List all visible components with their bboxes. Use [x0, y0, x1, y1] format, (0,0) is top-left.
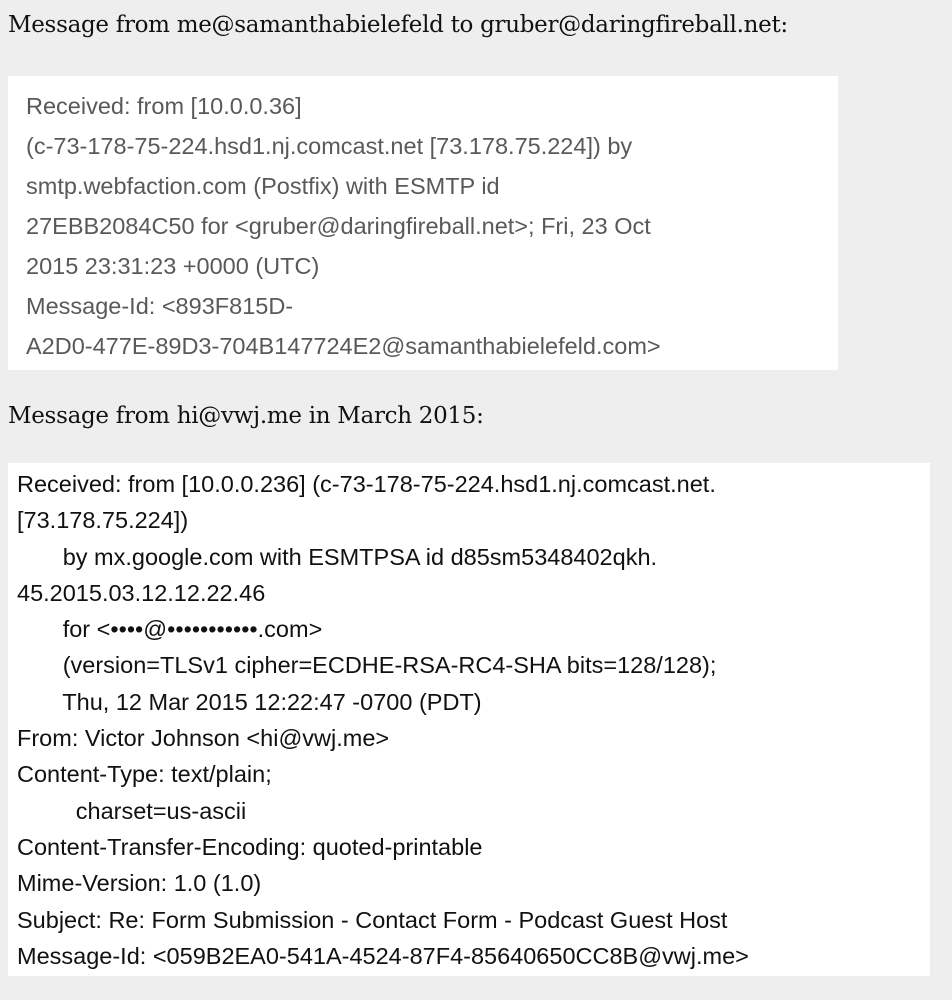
header-line: Content-Transfer-Encoding: quoted-printa…	[17, 833, 483, 860]
header-line: 45.2015.03.12.12.22.46	[17, 579, 266, 606]
header-line: From: Victor Johnson <hi@vwj.me>	[17, 725, 390, 752]
header-line: Received: from [10.0.0.236] (c-73-178-75…	[17, 471, 716, 497]
header-line: Mime-Version: 1.0 (1.0)	[17, 870, 262, 897]
header-line: Received: from [10.0.0.36]	[26, 93, 302, 119]
header-line: Thu, 12 Mar 2015 12:22:47 -0700 (PDT)	[17, 688, 482, 715]
header-line: (version=TLSv1 cipher=ECDHE-RSA-RC4-SHA …	[17, 652, 717, 679]
header-line: [73.178.75.224])	[17, 507, 189, 534]
header-line: 27EBB2084C50 for <gruber@daringfireball.…	[26, 213, 651, 239]
message-2-headers-block: Received: from [10.0.0.236] (c-73-178-75…	[8, 463, 930, 976]
message-1-heading: Message from me@samanthabielefeld to gru…	[8, 12, 788, 38]
header-line: A2D0-477E-89D3-704B147724E2@samanthabiel…	[26, 333, 661, 359]
message-2-heading: Message from hi@vwj.me in March 2015:	[8, 403, 484, 429]
header-line: charset=us-ascii	[17, 797, 247, 824]
header-line: for <••••@•••••••••••.com>	[17, 616, 323, 643]
header-line: Content-Type: text/plain;	[17, 761, 272, 788]
header-line: smtp.webfaction.com (Postfix) with ESMTP…	[26, 173, 500, 199]
header-line: by mx.google.com with ESMTPSA id d85sm53…	[17, 543, 658, 570]
header-line: Subject: Re: Form Submission - Contact F…	[17, 906, 728, 933]
header-line: Message-Id: <893F815D-	[26, 293, 294, 319]
header-line: (c-73-178-75-224.hsd1.nj.comcast.net [73…	[26, 133, 633, 159]
header-line: Message-Id: <059B2EA0-541A-4524-87F4-856…	[17, 942, 749, 969]
message-1-headers-block: Received: from [10.0.0.36] (c-73-178-75-…	[8, 76, 838, 370]
header-line: 2015 23:31:23 +0000 (UTC)	[26, 253, 320, 279]
